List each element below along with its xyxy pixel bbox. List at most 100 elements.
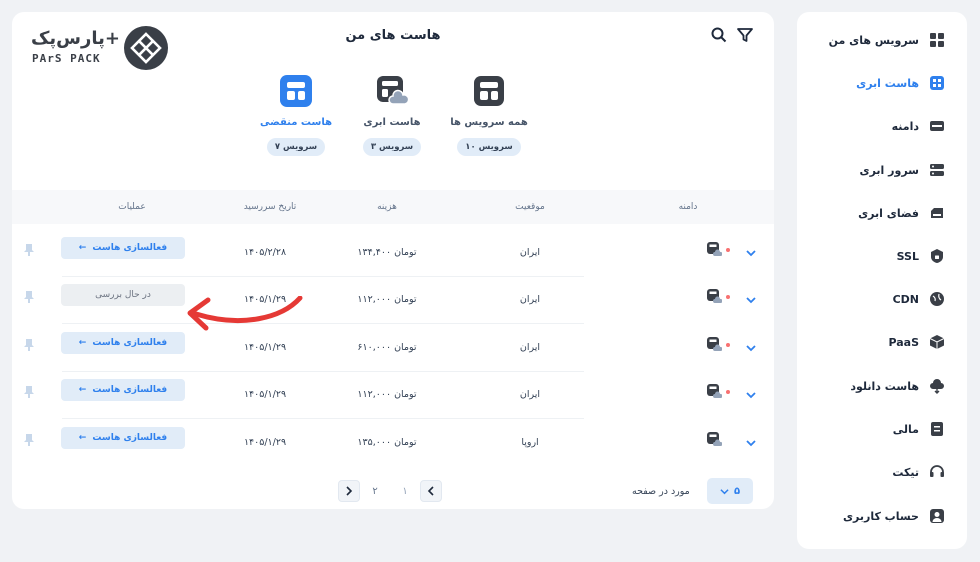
sidebar-item-ssl[interactable]: SSL — [797, 238, 967, 274]
button-label: فعالسازی هاست — [92, 385, 168, 395]
header-due-date: تاریخ سررسید — [243, 202, 297, 212]
location-cell: ایران — [519, 247, 541, 258]
activate-host-button[interactable]: ← فعالسازی هاست — [61, 379, 185, 401]
activate-host-button[interactable]: ← فعالسازی هاست — [61, 427, 185, 449]
host-service-icon — [706, 383, 723, 399]
server-icon — [929, 162, 945, 178]
status-dot — [726, 343, 730, 347]
per-page-value: ۵ — [733, 485, 741, 497]
chevron-down-icon[interactable] — [745, 339, 757, 352]
chevron-down-icon[interactable] — [745, 244, 757, 257]
chevron-down-icon[interactable] — [745, 434, 757, 447]
sidebar-item-download-host[interactable]: هاست دانلود — [797, 368, 967, 404]
table-row: در حال بررسی ۱۴۰۵/۱/۲۹ ۱۱۲,۰۰۰ تومان ایر… — [12, 277, 774, 324]
chevron-down-icon[interactable] — [745, 291, 757, 304]
tab-all-services[interactable]: همه سرویس ها ۱۰ سرویس — [439, 74, 539, 156]
sidebar-item-cloud-server[interactable]: سرور ابری — [797, 152, 967, 188]
host-service-icon — [706, 431, 723, 447]
pin-icon[interactable] — [24, 336, 34, 351]
sidebar-item-label: مالی — [892, 422, 919, 436]
pin-icon[interactable] — [24, 383, 34, 398]
cost-cell: ۱۱۲,۰۰۰ تومان — [357, 389, 417, 400]
sidebar-item-finance[interactable]: مالی — [797, 411, 967, 447]
header-cost: هزینه — [377, 202, 397, 212]
cloud-host-icon — [929, 75, 945, 91]
sidebar-item-paas[interactable]: PaaS — [797, 324, 967, 360]
expired-host-icon — [279, 74, 313, 108]
sidebar-item-cdn[interactable]: CDN — [797, 281, 967, 317]
logo-subtext: PArS PACK — [32, 52, 101, 65]
status-dot — [726, 295, 730, 299]
annotation-arrow — [182, 295, 307, 338]
button-label: فعالسازی هاست — [92, 338, 168, 348]
next-page-button[interactable] — [338, 480, 360, 502]
location-cell: ایران — [519, 342, 541, 353]
per-page-select[interactable]: ۵ — [707, 478, 753, 504]
location-cell: اروپا — [521, 437, 539, 448]
status-dot — [726, 390, 730, 394]
table-header: عملیات تاریخ سررسید هزینه موقعیت دامنه — [12, 190, 774, 224]
chevron-down-icon — [720, 488, 729, 494]
cost-cell: ۶۱۰,۰۰۰ تومان — [357, 342, 417, 353]
page-1[interactable]: ۱ — [390, 486, 420, 497]
sidebar-item-account[interactable]: حساب کاربری — [797, 498, 967, 534]
wallet-icon — [929, 421, 945, 437]
tab-label: همه سرویس ها — [450, 117, 528, 128]
header-actions: عملیات — [118, 202, 146, 212]
cloud-storage-icon — [929, 205, 945, 221]
header-location: موقعیت — [515, 202, 545, 212]
row-divider — [62, 323, 584, 324]
sidebar-item-label: سرور ابری — [859, 163, 920, 177]
main-panel: پارس‌پک+ PArS PACK هاست های من هاست منقض… — [12, 12, 774, 509]
sidebar-item-label: CDN — [892, 292, 919, 306]
arrow-left-icon: ← — [78, 338, 87, 348]
sidebar-item-label: PaaS — [888, 335, 919, 349]
service-count-badge: ۷ سرویس — [266, 138, 326, 156]
pin-icon[interactable] — [24, 431, 34, 446]
headset-icon — [929, 464, 945, 480]
sidebar-item-label: هاست ابری — [856, 76, 919, 90]
due-date-cell: ۱۴۰۵/۱/۲۹ — [243, 389, 287, 400]
host-service-icon — [706, 336, 723, 352]
page-2[interactable]: ۲ — [360, 486, 390, 497]
tab-cloud-host[interactable]: هاست ابری ۳ سرویس — [342, 74, 442, 156]
tab-label: هاست ابری — [363, 117, 421, 128]
sidebar-item-cloud-host[interactable]: هاست ابری — [797, 65, 967, 101]
status-dot — [726, 248, 730, 252]
domain-icon — [929, 118, 945, 134]
due-date-cell: ۱۴۰۵/۱/۲۹ — [243, 342, 287, 353]
pin-icon[interactable] — [24, 288, 34, 303]
tab-expired-host[interactable]: هاست منقضی ۷ سرویس — [246, 74, 346, 156]
filter-icon[interactable] — [736, 26, 754, 44]
pagination: ۲ ۱ — [338, 479, 442, 503]
arrow-left-icon: ← — [78, 433, 87, 443]
search-icon[interactable] — [710, 26, 728, 44]
sidebar-item-my-services[interactable]: سرویس های من — [797, 22, 967, 58]
activate-host-button[interactable]: ← فعالسازی هاست — [61, 332, 185, 354]
header-domain: دامنه — [678, 202, 698, 212]
row-divider — [62, 418, 584, 419]
cost-cell: ۱۳۴,۴۰۰ تومان — [357, 247, 417, 258]
sidebar-item-domain[interactable]: دامنه — [797, 108, 967, 144]
per-page-label: مورد در صفحه — [632, 486, 690, 497]
user-icon — [929, 508, 945, 524]
table-row: ← فعالسازی هاست ۱۴۰۵/۱/۲۹ ۱۱۲,۰۰۰ تومان ا… — [12, 372, 774, 419]
sidebar-item-ticket[interactable]: تیکت — [797, 454, 967, 490]
host-service-icon — [706, 241, 723, 257]
chevron-down-icon[interactable] — [745, 386, 757, 399]
service-count-badge: ۱۰ سرویس — [457, 138, 521, 156]
prev-page-button[interactable] — [420, 480, 442, 502]
arrow-left-icon: ← — [78, 243, 87, 253]
pin-icon[interactable] — [24, 241, 34, 256]
arrow-left-icon: ← — [78, 385, 87, 395]
due-date-cell: ۱۴۰۵/۱/۲۹ — [243, 437, 287, 448]
sidebar-item-cloud-storage[interactable]: فضای ابری — [797, 195, 967, 231]
sidebar-item-label: تیکت — [892, 465, 919, 479]
lock-icon — [929, 248, 945, 264]
under-review-button[interactable]: در حال بررسی — [61, 284, 185, 306]
cost-cell: ۱۱۲,۰۰۰ تومان — [357, 294, 417, 305]
table-row: ← فعالسازی هاست ۱۴۰۵/۲/۲۸ ۱۳۴,۴۰۰ تومان ا… — [12, 230, 774, 277]
table-row: ← فعالسازی هاست ۱۴۰۵/۱/۲۹ ۱۳۵,۰۰۰ تومان ا… — [12, 420, 774, 467]
sidebar-item-label: هاست دانلود — [850, 379, 919, 393]
activate-host-button[interactable]: ← فعالسازی هاست — [61, 237, 185, 259]
